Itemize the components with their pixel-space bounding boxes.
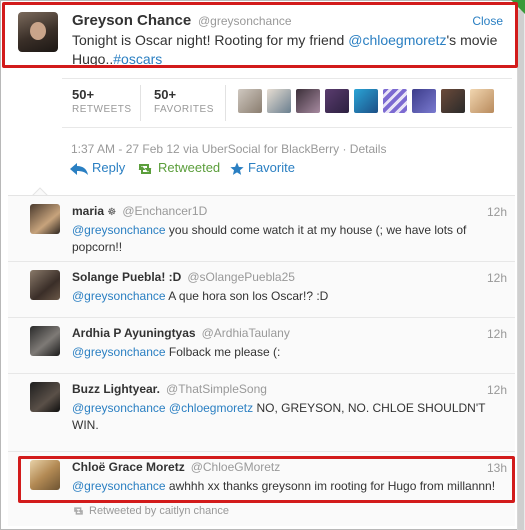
retweeted-label: Retweeted — [158, 160, 221, 175]
retweeted-by[interactable]: Retweeted by caitlyn chance — [72, 505, 229, 517]
favorites-stat[interactable]: 50+ FAVORITES — [154, 87, 214, 115]
star-icon — [230, 162, 244, 175]
reply-author-handle: @Enchancer1D — [122, 204, 208, 218]
mention-link[interactable]: @greysonchance — [72, 289, 166, 303]
list-item[interactable]: Buzz Lightyear. @ThatSimpleSong 12h @grey… — [8, 374, 515, 452]
avatar[interactable] — [30, 326, 60, 356]
reply-author-handle: @sOlangePuebla25 — [187, 270, 295, 284]
highlight-box-main-tweet — [2, 2, 518, 68]
reply-author-name: Solange Puebla! :D — [72, 270, 182, 284]
avatar[interactable] — [267, 89, 291, 113]
retweets-label: RETWEETS — [72, 104, 132, 115]
avatar[interactable] — [470, 89, 494, 113]
favorites-label: FAVORITES — [154, 104, 214, 115]
avatar[interactable] — [354, 89, 378, 113]
reply-author-name: Buzz Lightyear. — [72, 382, 161, 396]
avatar[interactable] — [325, 89, 349, 113]
reply-text-body: A que hora son los Oscar!? :D — [165, 289, 329, 303]
reply-time[interactable]: 12h — [487, 205, 507, 219]
scrollbar[interactable] — [517, 0, 525, 530]
favorite-label: Favorite — [248, 160, 295, 175]
reply-text: @greysonchance @chloegmoretz NO, GREYSON… — [72, 400, 502, 434]
retweet-icon — [73, 507, 84, 515]
stats-row: 50+ RETWEETS 50+ FAVORITES — [62, 78, 512, 128]
favorite-button[interactable]: Favorite — [230, 160, 295, 176]
tweet-timestamp[interactable]: 1:37 AM - 27 Feb 12 via UberSocial for B… — [71, 142, 386, 156]
mention-link[interactable]: @greysonchance — [72, 223, 166, 237]
retweets-count: 50+ — [72, 87, 95, 102]
favorites-count: 50+ — [154, 87, 177, 102]
list-item[interactable]: maria ☸ @Enchancer1D 12h @greysonchance y… — [8, 196, 515, 262]
retweeted-button[interactable]: Retweeted — [136, 160, 220, 176]
avatar[interactable] — [383, 89, 407, 113]
reply-author-name: maria — [72, 204, 105, 218]
reply-author[interactable]: maria ☸ @Enchancer1D — [72, 204, 207, 218]
reply-text: @greysonchance Folback me please (: — [72, 344, 502, 361]
avatar[interactable] — [30, 382, 60, 412]
retweets-stat[interactable]: 50+ RETWEETS — [72, 87, 132, 115]
avatar[interactable] — [30, 270, 60, 300]
reply-author-name: Ardhia P Ayuningtyas — [72, 326, 196, 340]
reply-author-handle: @ArdhiaTaulany — [201, 326, 290, 340]
gear-icon: ☸ — [107, 207, 117, 218]
scrollbar-thumb[interactable] — [518, 10, 524, 530]
avatar[interactable] — [412, 89, 436, 113]
mention-link[interactable]: @chloegmoretz — [169, 401, 253, 415]
mention-link[interactable]: @greysonchance — [72, 345, 166, 359]
divider — [225, 85, 226, 121]
reply-author[interactable]: Buzz Lightyear. @ThatSimpleSong — [72, 382, 267, 396]
list-item[interactable]: Solange Puebla! :D @sOlangePuebla25 12h @… — [8, 262, 515, 318]
highlight-box-reply — [18, 456, 515, 503]
reply-text-body: Folback me please (: — [165, 345, 281, 359]
divider — [140, 85, 141, 121]
reply-icon — [70, 162, 88, 175]
reply-time[interactable]: 12h — [487, 383, 507, 397]
mention-link[interactable]: @greysonchance — [72, 401, 166, 415]
avatar[interactable] — [238, 89, 262, 113]
reply-button[interactable]: Reply — [70, 160, 125, 175]
retweet-icon — [138, 163, 152, 174]
reply-label: Reply — [92, 160, 126, 175]
retweeted-by-label: Retweeted by caitlyn chance — [89, 505, 230, 517]
reply-text: @greysonchance you should come watch it … — [72, 222, 502, 256]
avatar[interactable] — [296, 89, 320, 113]
avatar[interactable] — [441, 89, 465, 113]
list-item[interactable]: Ardhia P Ayuningtyas @ArdhiaTaulany 12h @… — [8, 318, 515, 374]
reply-time[interactable]: 12h — [487, 327, 507, 341]
avatar[interactable] — [30, 204, 60, 234]
reply-text: @greysonchance A que hora son los Oscar!… — [72, 288, 502, 305]
reply-author[interactable]: Ardhia P Ayuningtyas @ArdhiaTaulany — [72, 326, 290, 340]
reply-author[interactable]: Solange Puebla! :D @sOlangePuebla25 — [72, 270, 295, 284]
reply-author-handle: @ThatSimpleSong — [166, 382, 267, 396]
reply-time[interactable]: 12h — [487, 271, 507, 285]
